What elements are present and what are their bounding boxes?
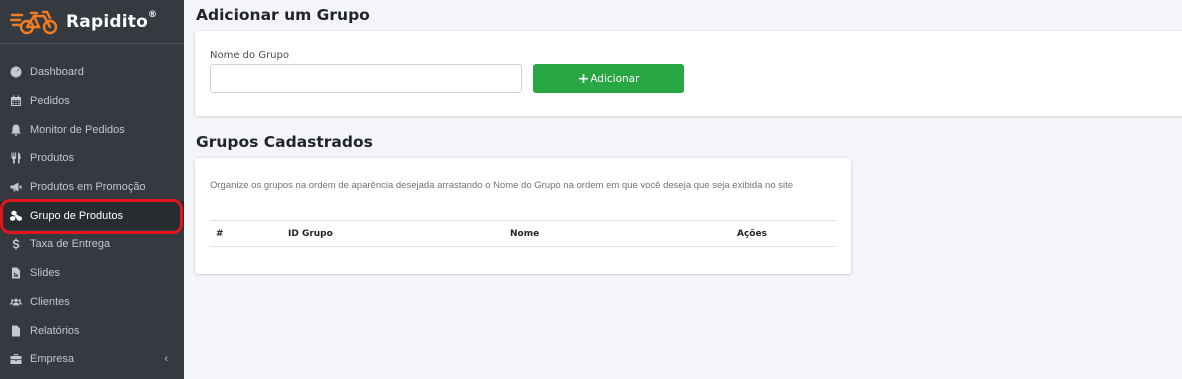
dashboard-icon (9, 65, 23, 79)
sidebar-item-clientes[interactable]: Clientes (0, 288, 184, 317)
groups-description: Organize os grupos na ordem de aparência… (210, 180, 794, 191)
sidebar-item-monitor-pedidos[interactable]: Monitor de Pedidos (0, 115, 184, 144)
sidebar-item-label: Slides (30, 267, 60, 280)
sidebar-item-label: Produtos (30, 152, 75, 165)
sidebar-item-empresa[interactable]: Empresa ‹ (0, 345, 184, 374)
groups-title: Grupos Cadastrados (196, 133, 373, 151)
bike-logo-icon (10, 10, 58, 34)
brand-name: Rapidito® (66, 9, 158, 32)
bell-icon (9, 123, 23, 137)
utensils-icon (9, 151, 23, 165)
add-button-label: Adicionar (590, 72, 640, 85)
groups-card: Organize os grupos na ordem de aparência… (195, 158, 851, 274)
sidebar-item-label: Empresa (30, 353, 75, 366)
column-header-index: # (216, 229, 224, 239)
file-icon (9, 324, 23, 338)
sidebar-item-produtos-promocao[interactable]: Produtos em Promoção (0, 173, 184, 202)
group-name-input[interactable] (210, 64, 522, 93)
sidebar-item-label: Relatórios (30, 324, 80, 337)
add-group-title: Adicionar um Grupo (196, 6, 370, 24)
dollar-icon (9, 237, 23, 251)
add-button[interactable]: + Adicionar (533, 64, 684, 93)
sidebar-item-produtos[interactable]: Produtos (0, 144, 184, 173)
column-header-id: ID Grupo (288, 229, 333, 239)
sidebar-nav: Dashboard Pedidos Monitor de Pedidos Pro… (0, 44, 184, 374)
megaphone-icon (9, 180, 23, 194)
sidebar-item-label: Monitor de Pedidos (30, 123, 125, 136)
plus-icon: + (577, 70, 590, 87)
column-header-actions: Ações (737, 229, 767, 239)
chevron-left-icon[interactable]: ‹ (164, 353, 168, 365)
sidebar-item-slides[interactable]: Slides (0, 259, 184, 288)
sidebar-item-label: Taxa de Entrega (30, 238, 111, 251)
sidebar-item-label: Pedidos (30, 95, 70, 108)
group-name-label: Nome do Grupo (210, 50, 289, 61)
add-group-card: Nome do Grupo + Adicionar (195, 31, 1182, 116)
sidebar-item-label: Clientes (30, 295, 70, 308)
file-image-icon (9, 266, 23, 280)
sidebar-item-pedidos[interactable]: Pedidos (0, 87, 184, 116)
briefcase-icon (9, 352, 23, 366)
sidebar-item-taxa-entrega[interactable]: Taxa de Entrega (0, 230, 184, 259)
groups-table-header: # ID Grupo Nome Ações (210, 220, 836, 247)
sidebar-item-relatorios[interactable]: Relatórios (0, 316, 184, 345)
sidebar-item-label: Produtos em Promoção (30, 181, 146, 194)
column-header-name: Nome (510, 229, 540, 239)
sidebar-item-grupo-produtos[interactable]: Grupo de Produtos (0, 201, 184, 231)
sidebar-item-dashboard[interactable]: Dashboard (0, 58, 184, 87)
sidebar-item-label: Dashboard (30, 66, 84, 79)
brand[interactable]: Rapidito® (0, 0, 184, 44)
sidebar-item-label: Grupo de Produtos (30, 209, 123, 222)
sidebar: Rapidito® Dashboard Pedidos Monitor de P… (0, 0, 184, 379)
users-icon (9, 295, 23, 309)
cubes-icon (9, 209, 23, 223)
main-content: Adicionar um Grupo Nome do Grupo + Adicio… (184, 0, 1182, 379)
calendar-icon (9, 94, 23, 108)
